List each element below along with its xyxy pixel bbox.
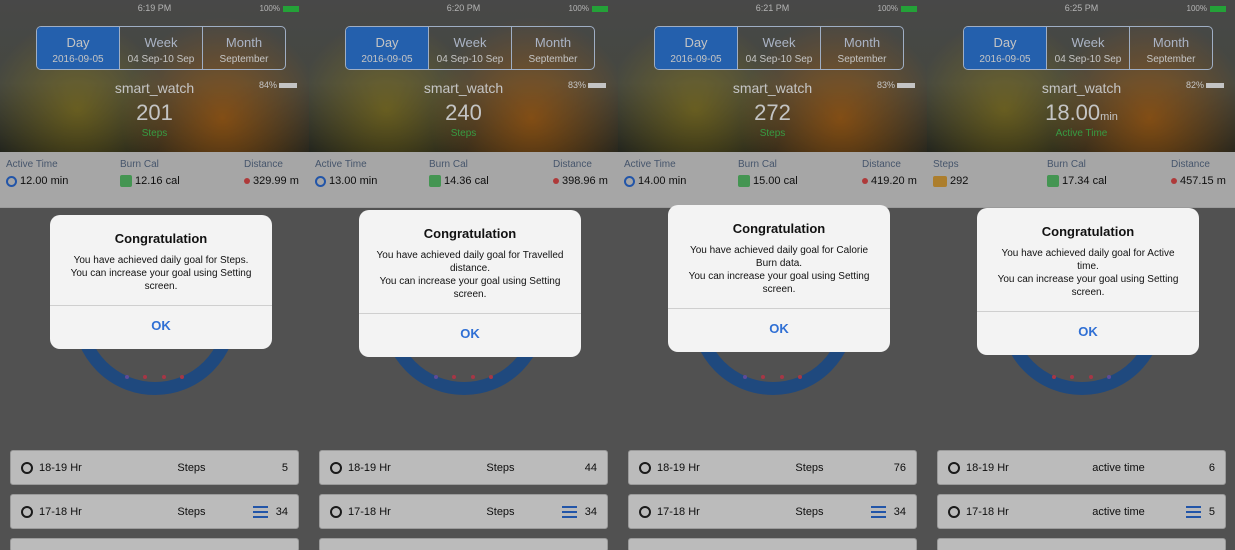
congratulation-dialog: Congratulation You have achieved daily g… <box>977 208 1199 355</box>
phone-screen-3: 6:21 PM 100% Day 2016-09-05 Week 04 Sep-10… <box>618 0 927 550</box>
ok-button[interactable]: OK <box>50 306 272 349</box>
dialog-title: Congratulation <box>732 221 826 236</box>
phone-screen-2: 6:20 PM 100% Day 2016-09-05 Week 04 Sep-10… <box>309 0 618 550</box>
dialog-message: You have achieved daily goal for Steps. … <box>70 255 252 292</box>
screenshot-strip: 6:19 PM 100% Day 2016-09-05 Week 04 Sep-10… <box>0 0 1235 550</box>
dialog-title: Congratulation <box>114 231 208 246</box>
dialog-message: You have achieved daily goal for Calorie… <box>688 245 870 295</box>
dialog-title: Congratulation <box>423 226 517 241</box>
congratulation-dialog: Congratulation You have achieved daily g… <box>668 205 890 352</box>
dialog-message: You have achieved daily goal for Active … <box>997 248 1179 298</box>
phone-screen-4: 6:25 PM 100% Day 2016-09-05 Week 04 Sep-10… <box>927 0 1235 550</box>
dialog-title: Congratulation <box>1041 224 1135 239</box>
ok-button[interactable]: OK <box>359 314 581 357</box>
congratulation-dialog: Congratulation You have achieved daily g… <box>50 215 272 349</box>
congratulation-dialog: Congratulation You have achieved daily g… <box>359 210 581 357</box>
dialog-message: You have achieved daily goal for Travell… <box>376 250 564 300</box>
ok-button[interactable]: OK <box>668 309 890 352</box>
ok-button[interactable]: OK <box>977 312 1199 355</box>
phone-screen-1: 6:19 PM 100% Day 2016-09-05 Week 04 Sep-10… <box>0 0 309 550</box>
